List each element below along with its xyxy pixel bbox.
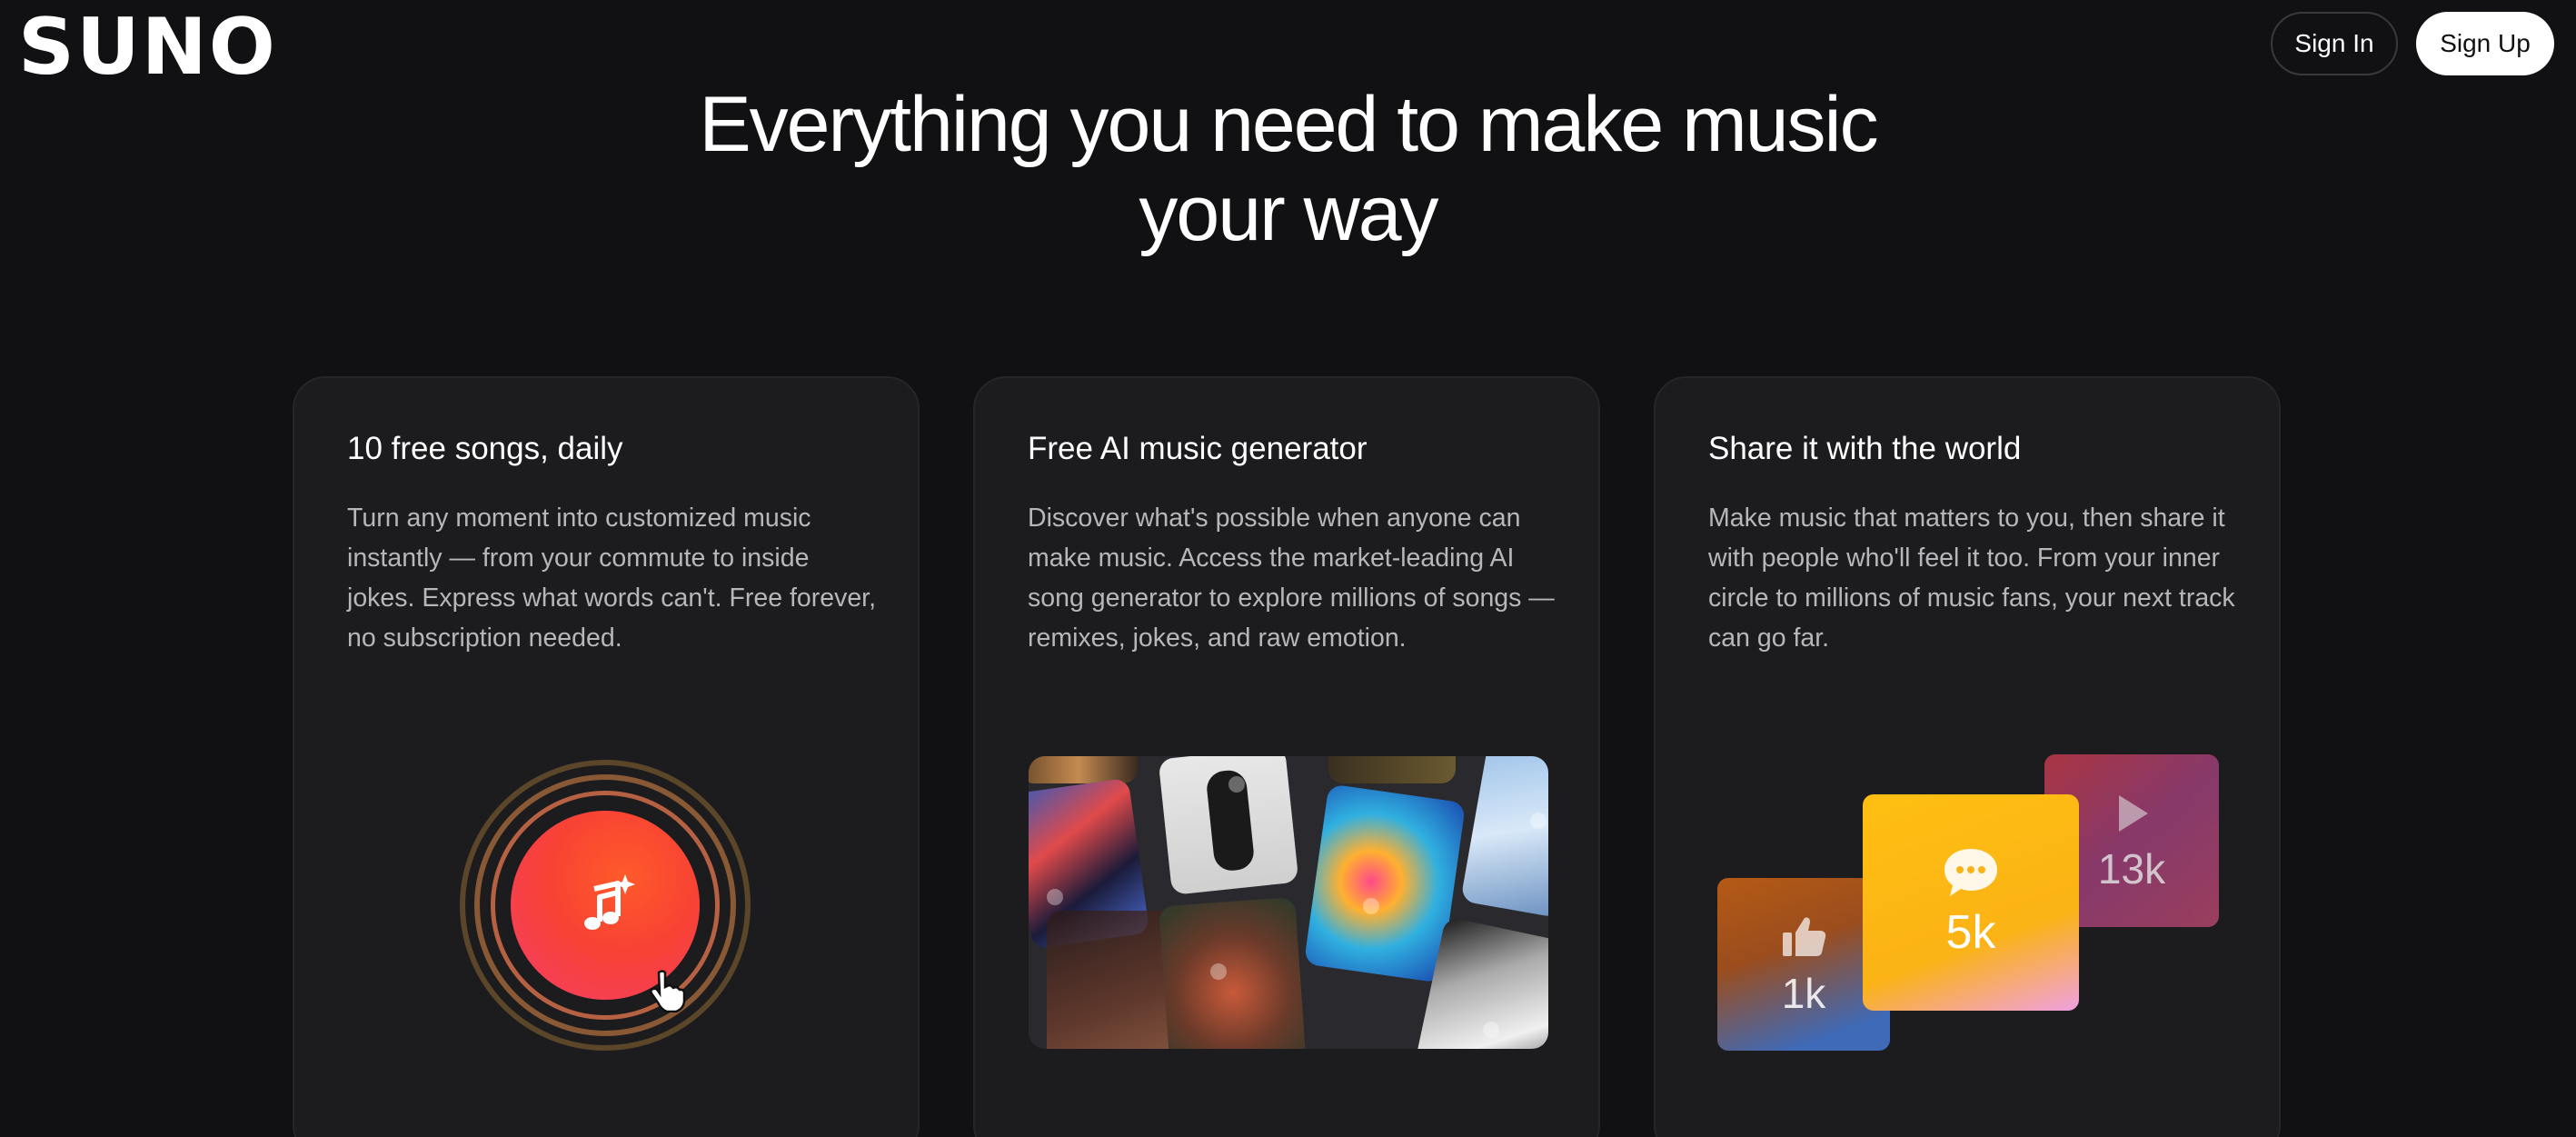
card-title: Share it with the world (1708, 431, 2022, 466)
play-icon (1047, 889, 1063, 905)
comment-bubble-icon (1944, 849, 1997, 896)
play-icon (2119, 795, 2148, 832)
sign-in-button[interactable]: Sign In (2271, 12, 2398, 75)
sign-up-button[interactable]: Sign Up (2416, 12, 2554, 75)
card-title: Free AI music generator (1028, 431, 1368, 466)
page: SUNO Sign In Sign Up Everything you need… (0, 0, 2576, 1137)
music-note-sparkle-icon (584, 874, 635, 930)
play-icon (1363, 898, 1379, 914)
song-cover-mosaic[interactable] (1029, 756, 1548, 1049)
page-title-line-2: your way (1139, 170, 1438, 257)
comments-count: 5k (1945, 906, 1996, 959)
card-description: Turn any moment into customized music in… (347, 504, 877, 653)
hand-pointer-icon (650, 970, 686, 1012)
auth-buttons: Sign In Sign Up (2271, 12, 2554, 75)
card-description: Make music that matters to you, then sha… (1708, 504, 2235, 653)
song-cover-tile[interactable] (1029, 756, 1138, 783)
thumbs-up-icon (1783, 917, 1826, 956)
feature-card-free-songs: 10 free songs, daily Turn any moment int… (293, 376, 920, 1137)
song-cover-tile[interactable] (1460, 756, 1548, 919)
song-cover-tile[interactable] (1159, 897, 1308, 1049)
play-icon (1228, 776, 1245, 793)
page-title: Everything you need to make music your w… (0, 80, 2576, 258)
suno-logo[interactable]: SUNO (18, 4, 277, 91)
comments-stat: 5k (1863, 794, 2079, 1011)
plays-count: 13k (2097, 845, 2166, 893)
play-icon (1483, 1022, 1499, 1038)
page-title-line-1: Everything you need to make music (699, 81, 1878, 168)
song-cover-tile[interactable] (1158, 756, 1299, 895)
feature-card-ai-generator: Free AI music generator Discover what's … (973, 376, 1600, 1137)
likes-count: 1k (1781, 970, 1826, 1017)
card-description: Discover what's possible when anyone can… (1028, 504, 1555, 653)
play-icon (1210, 963, 1227, 980)
feature-card-share: Share it with the world Make music that … (1654, 376, 2281, 1137)
card-title: 10 free songs, daily (347, 431, 623, 466)
create-song-disc[interactable] (460, 760, 751, 1051)
song-cover-tile[interactable] (1328, 756, 1456, 783)
play-icon (1530, 813, 1547, 829)
